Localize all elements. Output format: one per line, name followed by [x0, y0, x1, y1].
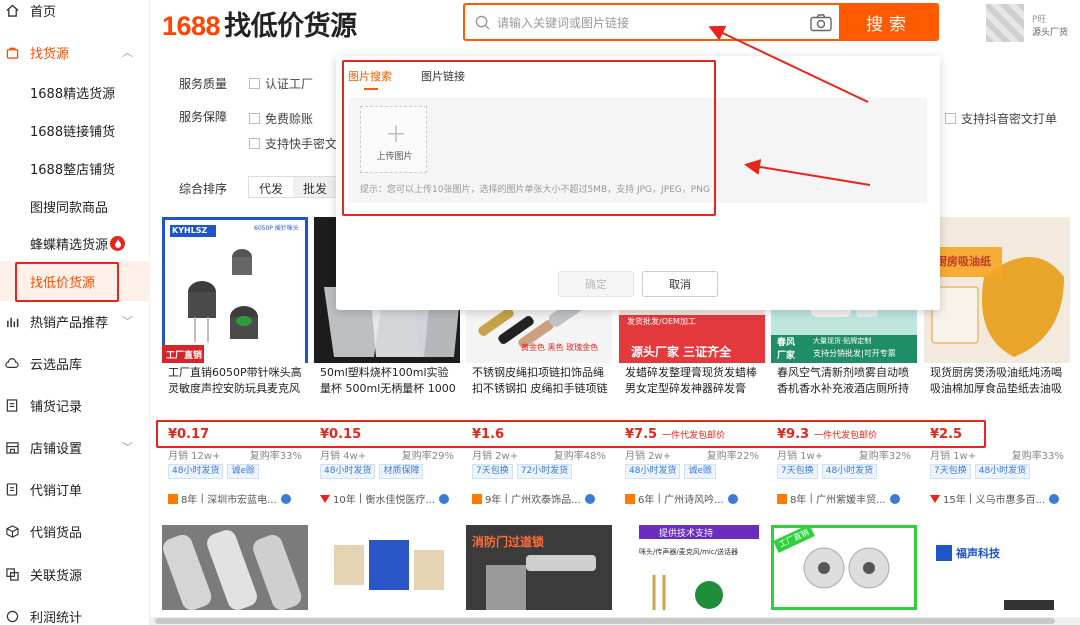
arrow-to-search — [708, 25, 869, 103]
arrow-to-upload — [744, 159, 871, 186]
annotation-arrows — [708, 25, 871, 186]
horizontal-scrollbar[interactable] — [150, 617, 1080, 625]
scrollbar-thumb[interactable] — [155, 618, 1055, 624]
